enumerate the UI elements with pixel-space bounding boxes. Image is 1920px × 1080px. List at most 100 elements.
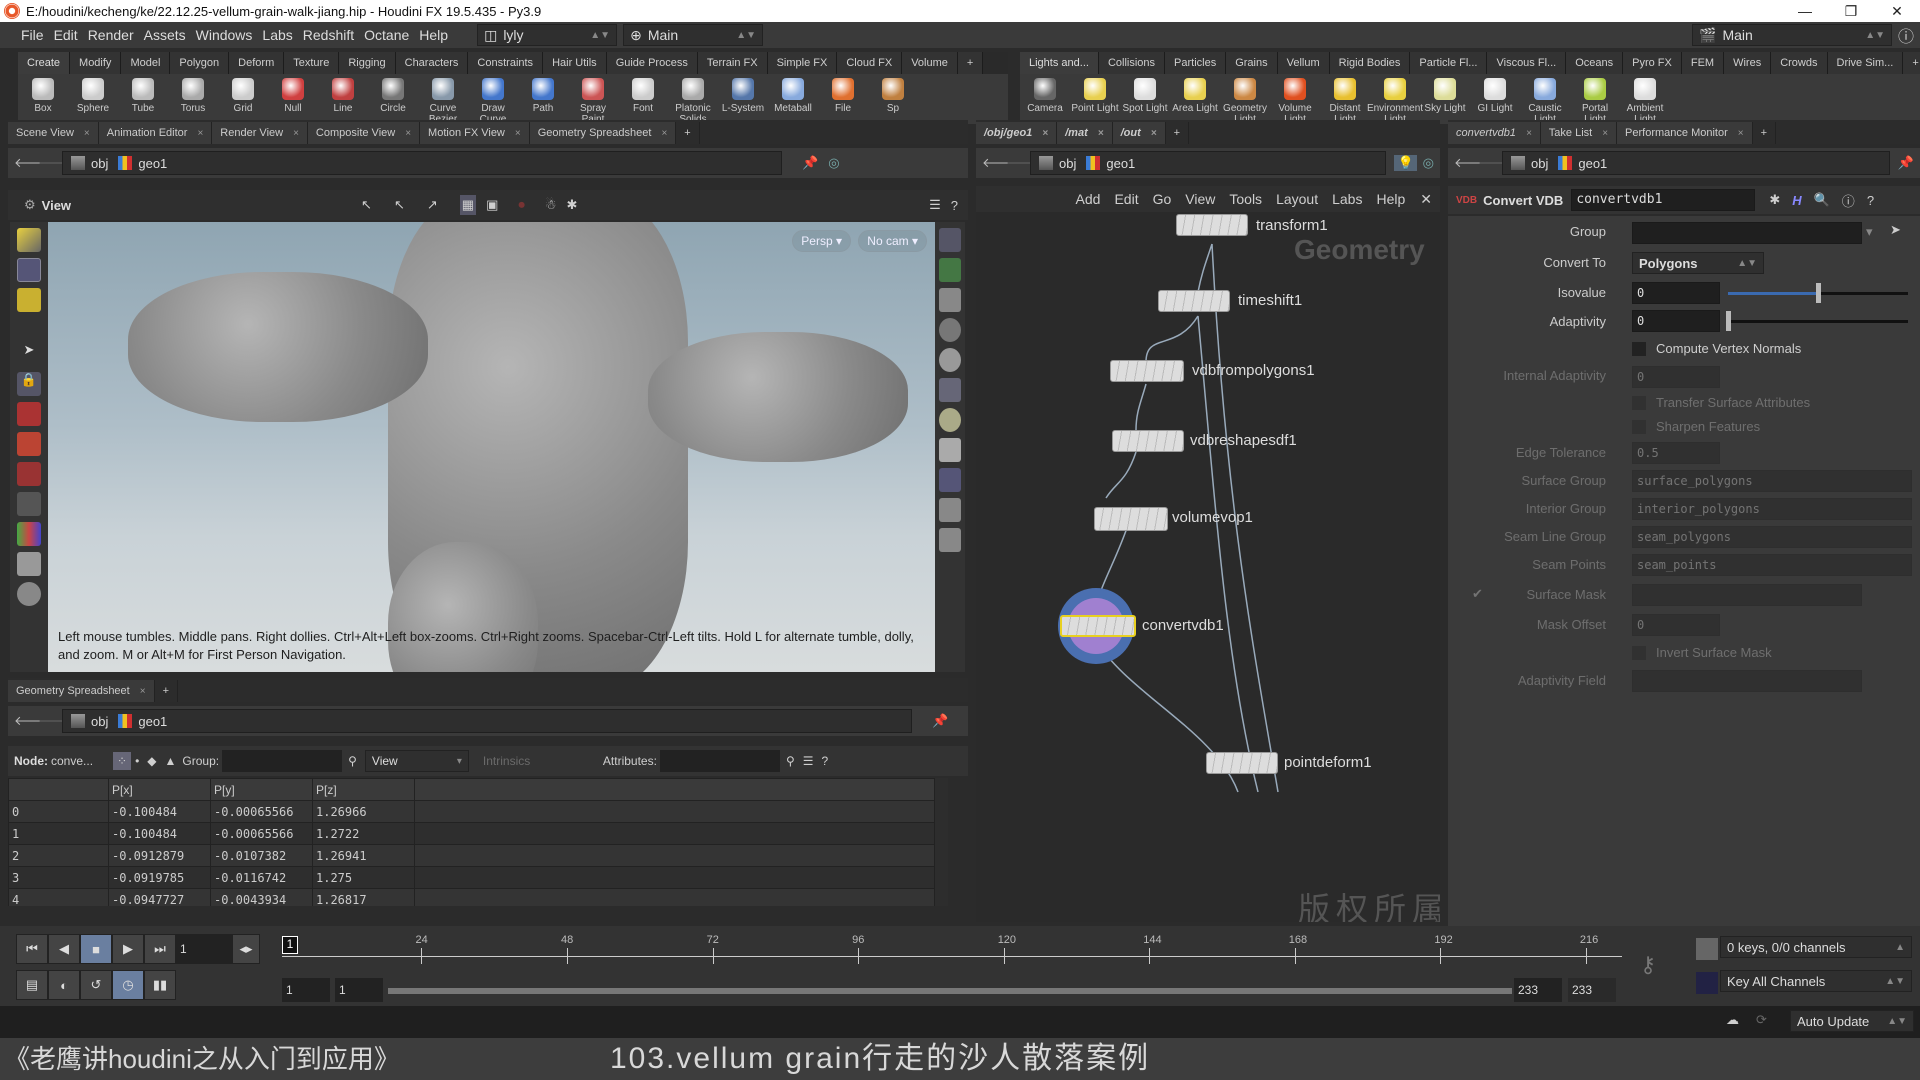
network-menu-tools[interactable]: Tools bbox=[1222, 191, 1269, 207]
shelf-tab-collisions[interactable]: Collisions bbox=[1098, 52, 1166, 74]
select-tool-3-icon[interactable]: ↗ bbox=[427, 197, 438, 213]
snapshot-icon[interactable]: ▣ bbox=[486, 197, 498, 213]
refresh-icon[interactable]: ⟳ bbox=[1756, 1012, 1767, 1028]
shelf-tab-rigid-bodies[interactable]: Rigid Bodies bbox=[1329, 52, 1411, 74]
table-row[interactable]: 3 -0.0919785 -0.0116742 1.275 bbox=[8, 866, 935, 889]
shelf-tab-oceans[interactable]: Oceans bbox=[1566, 52, 1624, 74]
shelf-tab-texture[interactable]: Texture bbox=[284, 52, 340, 74]
shelf-tab-wires[interactable]: Wires bbox=[1724, 52, 1772, 74]
end-frame-field[interactable]: 233 bbox=[1514, 978, 1562, 1002]
param-path-bar[interactable]: obj geo1 bbox=[1502, 151, 1890, 175]
shelf-tool-area-light[interactable]: Area Light bbox=[1170, 74, 1220, 114]
shelf-tool-torus[interactable]: Torus bbox=[168, 74, 218, 114]
tab-geometry-spreadsheet[interactable]: Geometry Spreadsheet × bbox=[529, 122, 677, 144]
shelf-tool-metaball[interactable]: Metaball bbox=[768, 74, 818, 114]
back-icon[interactable]: 🡐 bbox=[14, 155, 49, 171]
add-param-tab-button[interactable]: + bbox=[1753, 122, 1777, 144]
add-tab-button[interactable]: + bbox=[676, 122, 700, 144]
shelf-tab-fem[interactable]: FEM bbox=[1681, 52, 1725, 74]
surface-mask-toggle-checkmark-icon[interactable]: ✔ bbox=[1472, 586, 1483, 602]
adaptivity-field-field[interactable] bbox=[1632, 670, 1862, 692]
network-menu-edit[interactable]: Edit bbox=[1107, 191, 1145, 207]
forward-icon[interactable]: 🡒 bbox=[1478, 155, 1513, 171]
shelf-tool-sp[interactable]: Sp bbox=[868, 74, 918, 114]
light-bulb-icon[interactable]: 💡 bbox=[1394, 155, 1417, 171]
shelf-tab-drive-sim-[interactable]: Drive Sim... bbox=[1827, 52, 1904, 74]
table-row[interactable]: 2 -0.0912879 -0.0107382 1.26941 bbox=[8, 844, 935, 867]
shelf-tab-simple-fx[interactable]: Simple FX bbox=[767, 52, 838, 74]
path-geo1[interactable]: geo1 bbox=[138, 156, 167, 171]
convert-to-dropdown[interactable]: Polygons ▲▼ bbox=[1632, 252, 1764, 274]
menu-render[interactable]: Render bbox=[83, 27, 139, 43]
shelf-tool-geometry-light[interactable]: Geometry Light bbox=[1220, 74, 1270, 125]
jump-start-button[interactable]: ⏮ bbox=[16, 934, 48, 964]
select-tool-icon[interactable]: ↖ bbox=[361, 197, 372, 213]
group-field[interactable] bbox=[222, 750, 343, 772]
gear-icon[interactable]: ✱ bbox=[567, 197, 578, 213]
forward-icon[interactable]: 🡒 bbox=[38, 713, 73, 729]
select-arrow-icon[interactable]: ➤ bbox=[17, 342, 41, 366]
shelf-tab-hair-utils[interactable]: Hair Utils bbox=[543, 52, 607, 74]
surface-mask-field[interactable] bbox=[1632, 584, 1862, 606]
intrinsics-dropdown[interactable]: Intrinsics bbox=[483, 754, 603, 768]
shelf-tab-constraints[interactable]: Constraints bbox=[468, 52, 544, 74]
tab-performance-monitor[interactable]: Performance Monitor × bbox=[1617, 122, 1753, 144]
update-mode-dropdown[interactable]: Auto Update ▲▼ bbox=[1790, 1010, 1914, 1032]
group-dropdown-icon[interactable]: ▾ bbox=[1866, 224, 1873, 240]
path-geo1[interactable]: geo1 bbox=[138, 714, 167, 729]
network-menu-labs[interactable]: Labs bbox=[1325, 191, 1369, 207]
shelf-tab-lights-and-[interactable]: Lights and... bbox=[1020, 52, 1099, 74]
tab-scene-view[interactable]: Scene View × bbox=[8, 122, 99, 144]
path-obj[interactable]: obj bbox=[91, 714, 108, 729]
surface-group-field[interactable]: surface_polygons bbox=[1632, 470, 1912, 492]
mask-offset-field[interactable]: 0 bbox=[1632, 614, 1720, 636]
network-menu-go[interactable]: Go bbox=[1146, 191, 1179, 207]
menu-file[interactable]: File bbox=[16, 27, 49, 43]
add-shelf-tab-button[interactable]: + bbox=[957, 52, 984, 74]
path-bar[interactable]: obj geo1 bbox=[62, 151, 782, 175]
key-curve-icon[interactable] bbox=[1696, 972, 1718, 994]
menu-edit[interactable]: Edit bbox=[49, 27, 83, 43]
node-convertvdb1[interactable] bbox=[1060, 615, 1136, 637]
3d-viewport[interactable]: Persp ▾ No cam ▾ Left mouse tumbles. Mid… bbox=[48, 222, 935, 672]
forward-icon[interactable]: 🡒 bbox=[38, 155, 73, 171]
node-vdbreshapesdf1[interactable] bbox=[1112, 430, 1184, 452]
network-menu-help[interactable]: Help bbox=[1369, 191, 1412, 207]
view-dropdown[interactable]: View ▾ bbox=[364, 750, 469, 772]
shelf-tab-viscous-fl-[interactable]: Viscous Fl... bbox=[1487, 52, 1567, 74]
key-mode-dropdown[interactable]: Key All Channels ▲▼ bbox=[1720, 970, 1912, 992]
layout-icon[interactable]: ☰ bbox=[929, 197, 941, 213]
shelf-tool-camera[interactable]: Camera bbox=[1020, 74, 1070, 114]
shelf-tab-vellum[interactable]: Vellum bbox=[1277, 52, 1330, 74]
path-obj[interactable]: obj bbox=[91, 156, 108, 171]
node-transform1[interactable] bbox=[1176, 214, 1248, 236]
persp-menu[interactable]: Persp ▾ bbox=[792, 230, 851, 252]
viewer-help-icon[interactable]: ? bbox=[951, 198, 958, 213]
select-mode-object-icon[interactable] bbox=[17, 228, 41, 252]
path-obj[interactable]: obj bbox=[1531, 156, 1548, 171]
tab-animation-editor[interactable]: Animation Editor × bbox=[98, 122, 213, 144]
select-tool-2-icon[interactable]: ↖ bbox=[394, 197, 405, 213]
restore-button[interactable]: ❐ bbox=[1828, 3, 1874, 20]
start-frame-field-2[interactable]: 1 bbox=[335, 978, 383, 1002]
paint-tool-icon[interactable] bbox=[17, 552, 41, 576]
background-icon[interactable] bbox=[939, 468, 961, 492]
brain-icon[interactable]: ☁ bbox=[1726, 1012, 1739, 1028]
help-h-icon[interactable]: H bbox=[1792, 193, 1801, 208]
node-volumevop1[interactable] bbox=[1094, 507, 1168, 531]
adaptivity-field[interactable]: 0 bbox=[1632, 310, 1720, 332]
shelf-tab-modify[interactable]: Modify bbox=[70, 52, 122, 74]
back-icon[interactable]: 🡐 bbox=[1454, 155, 1489, 171]
internal-adaptivity-field[interactable]: 0 bbox=[1632, 366, 1720, 388]
step-icon[interactable]: ▮▮ bbox=[144, 970, 176, 1000]
shelf-tab-create[interactable]: Create bbox=[18, 52, 71, 74]
group-select-arrow-icon[interactable]: ➤ bbox=[1890, 222, 1901, 238]
stereo-2-icon[interactable] bbox=[939, 528, 961, 552]
timeline-menu-icon[interactable]: ▤ bbox=[16, 970, 48, 1000]
group-field[interactable] bbox=[1632, 222, 1862, 244]
light-off-icon[interactable] bbox=[939, 318, 961, 342]
node-pointdeform1[interactable] bbox=[1206, 752, 1278, 774]
tab-geometry-spreadsheet-bottom[interactable]: Geometry Spreadsheet × bbox=[8, 680, 155, 702]
shading-icon[interactable] bbox=[939, 348, 961, 372]
isovalue-field[interactable]: 0 bbox=[1632, 282, 1720, 304]
